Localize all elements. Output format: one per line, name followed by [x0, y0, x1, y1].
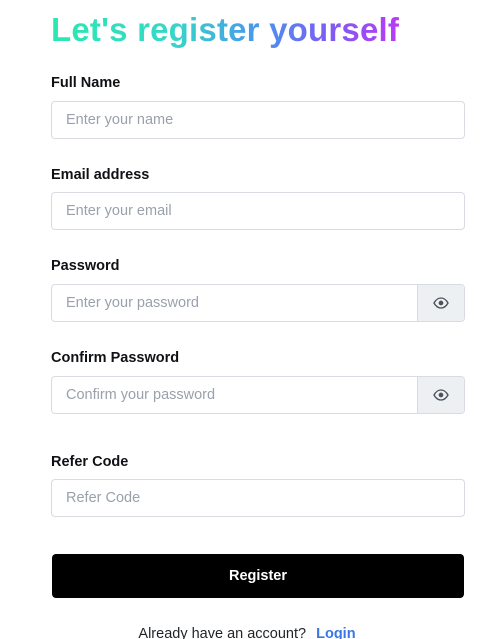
- full-name-label: Full Name: [51, 75, 121, 91]
- refer-code-input[interactable]: [52, 480, 464, 516]
- full-name-input[interactable]: [52, 102, 464, 138]
- register-button[interactable]: Register: [52, 554, 464, 598]
- login-prompt-text: Already have an account?: [138, 626, 307, 639]
- confirm-password-input[interactable]: [52, 377, 417, 413]
- password-field: [51, 284, 465, 322]
- password-visibility-toggle[interactable]: [417, 285, 464, 321]
- confirm-password-field: [51, 376, 465, 414]
- email-field: [51, 192, 465, 230]
- confirm-password-visibility-toggle[interactable]: [417, 377, 464, 413]
- login-link[interactable]: Login: [316, 626, 355, 639]
- email-label: Email address: [51, 167, 150, 183]
- confirm-password-label: Confirm Password: [51, 350, 180, 366]
- full-name-field: [51, 101, 465, 139]
- eye-icon: [433, 389, 449, 401]
- refer-code-label: Refer Code: [51, 454, 129, 470]
- login-prompt: Already have an account? Login: [0, 625, 494, 639]
- register-page: Let's register yourself Full Name Email …: [0, 0, 494, 639]
- email-input[interactable]: [52, 193, 464, 229]
- password-label: Password: [51, 258, 120, 274]
- password-input[interactable]: [52, 285, 417, 321]
- eye-icon: [433, 297, 449, 309]
- refer-code-field: [51, 479, 465, 517]
- page-title: Let's register yourself: [51, 8, 399, 52]
